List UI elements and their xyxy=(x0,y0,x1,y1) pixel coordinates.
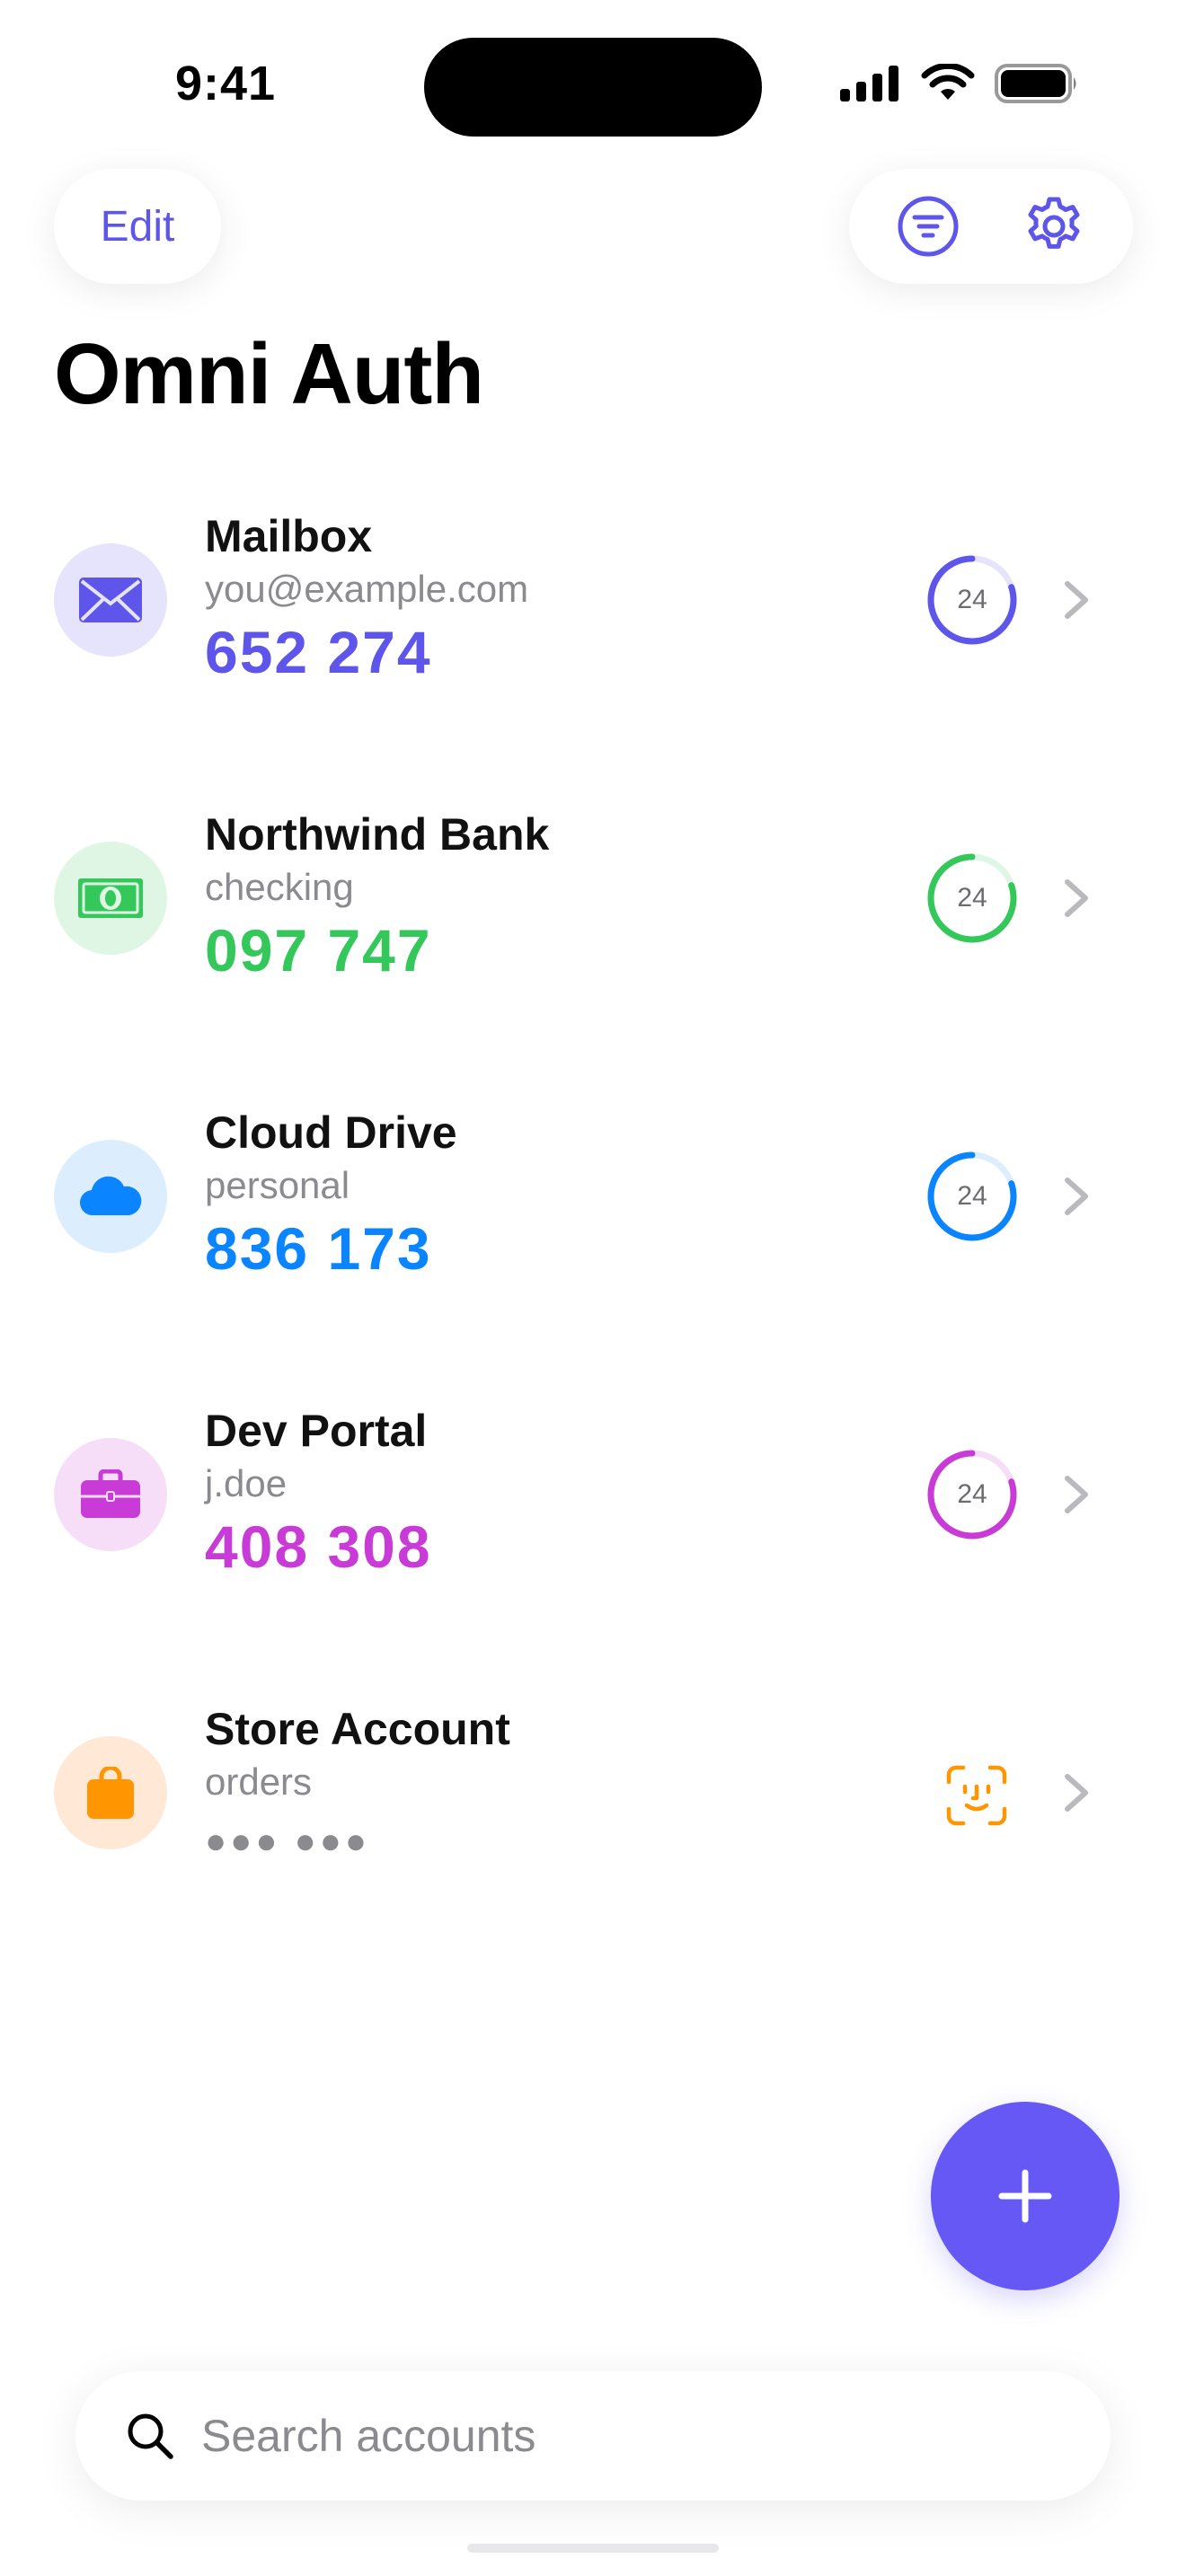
gear-icon xyxy=(1028,197,1080,249)
filter-button[interactable] xyxy=(890,189,966,264)
account-row-cloud-drive[interactable]: Cloud Drive personal 836 173 24 xyxy=(0,1081,1186,1306)
countdown-timer: 24 xyxy=(925,1150,1019,1243)
search-icon xyxy=(128,2413,173,2459)
masked-code[interactable]: ●●● ●●● xyxy=(205,1822,370,1862)
plus-icon xyxy=(998,2169,1052,2223)
countdown-timer: 24 xyxy=(925,851,1019,945)
account-code[interactable]: 652 274 xyxy=(205,618,432,686)
chevron-right-icon xyxy=(1065,1476,1088,1513)
wifi-icon xyxy=(921,64,975,100)
briefcase-icon xyxy=(81,1469,140,1518)
chevron-right-icon xyxy=(1065,581,1088,619)
chevron-right-icon xyxy=(1065,1178,1088,1215)
countdown-seconds: 24 xyxy=(957,585,987,614)
countdown-seconds: 24 xyxy=(957,883,987,913)
account-name: Store Account xyxy=(205,1704,510,1754)
account-avatar xyxy=(54,1736,167,1849)
account-subtitle: you@example.com xyxy=(205,568,529,610)
account-name: Cloud Drive xyxy=(205,1107,457,1158)
account-code[interactable]: 836 173 xyxy=(205,1214,432,1283)
account-avatar xyxy=(54,842,167,955)
add-account-button[interactable] xyxy=(931,2102,1120,2290)
account-row-mailbox[interactable]: Mailbox you@example.com 652 274 24 xyxy=(0,485,1186,710)
home-indicator xyxy=(467,2544,719,2553)
shopping-bag-icon xyxy=(87,1767,134,1819)
account-name: Mailbox xyxy=(205,511,373,561)
countdown-timer: 24 xyxy=(925,1448,1019,1541)
cellular-signal-icon xyxy=(840,66,898,101)
screen: 9:41 Edit Omni Auth Mailbox you@example.… xyxy=(0,0,1186,2576)
countdown-seconds: 24 xyxy=(957,1479,987,1509)
status-icons xyxy=(840,63,1079,104)
top-actions xyxy=(849,169,1133,284)
account-name: Northwind Bank xyxy=(205,809,550,860)
page-title: Omni Auth xyxy=(54,326,484,422)
search-bar[interactable]: Search accounts xyxy=(75,2371,1111,2501)
account-subtitle: j.doe xyxy=(205,1462,288,1504)
account-code[interactable]: 408 308 xyxy=(205,1513,432,1581)
banknote-icon xyxy=(78,878,143,918)
account-avatar xyxy=(54,1438,167,1551)
countdown-timer: 24 xyxy=(925,553,1019,647)
envelope-icon xyxy=(79,578,142,622)
account-row-store-account[interactable]: Store Account orders ●●● ●●● xyxy=(0,1678,1186,1902)
account-row-northwind-bank[interactable]: Northwind Bank checking 097 747 24 xyxy=(0,783,1186,1008)
face-id-icon[interactable] xyxy=(945,1764,1008,1827)
countdown-seconds: 24 xyxy=(957,1181,987,1211)
dynamic-island xyxy=(424,38,762,137)
account-row-dev-portal[interactable]: Dev Portal j.doe 408 308 24 xyxy=(0,1380,1186,1604)
chevron-right-icon xyxy=(1065,1774,1088,1812)
account-name: Dev Portal xyxy=(205,1406,428,1456)
battery-icon xyxy=(995,64,1076,103)
search-input[interactable]: Search accounts xyxy=(201,2410,535,2462)
edit-button[interactable]: Edit xyxy=(54,169,221,284)
account-subtitle: orders xyxy=(205,1760,313,1803)
cloud-icon xyxy=(79,1176,142,1216)
filter-icon xyxy=(898,196,959,257)
account-subtitle: checking xyxy=(205,866,354,908)
settings-button[interactable] xyxy=(1016,189,1092,264)
account-avatar xyxy=(54,1140,167,1253)
chevron-right-icon xyxy=(1065,879,1088,917)
account-subtitle: personal xyxy=(205,1164,350,1206)
status-time: 9:41 xyxy=(175,57,277,110)
account-code[interactable]: 097 747 xyxy=(205,916,432,984)
account-avatar xyxy=(54,543,167,657)
